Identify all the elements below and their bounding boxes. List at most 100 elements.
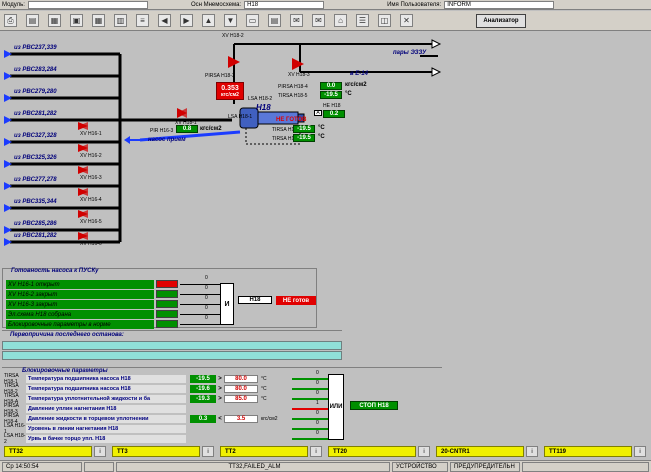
status-tab[interactable]: ТТ3 bbox=[112, 446, 200, 457]
source-arrow-icon bbox=[4, 160, 12, 168]
ready-condition: XV Н16-2 закрыт bbox=[6, 290, 154, 299]
block-sign: < bbox=[218, 415, 222, 422]
block-desc: Температура уплотнительной жидкости и ба bbox=[26, 394, 186, 403]
status-info-button[interactable]: i bbox=[310, 446, 322, 457]
module-field[interactable] bbox=[27, 0, 148, 9]
status-level: ПРЕДУПРЕДИТЕЛЬН bbox=[450, 462, 520, 472]
source-arrow-icon bbox=[4, 226, 12, 234]
ready-indicator bbox=[156, 280, 178, 288]
arrow-up-icon[interactable]: ▲ bbox=[202, 14, 215, 27]
block-out: 0 bbox=[316, 420, 319, 426]
status-tab[interactable]: ТТ119 bbox=[544, 446, 632, 457]
status-info-button[interactable]: i bbox=[634, 446, 646, 457]
bearing2-unit: °С bbox=[318, 134, 325, 140]
block-value[interactable]: 0.3 bbox=[190, 414, 216, 423]
source-label: из РВС335,344 bbox=[14, 199, 57, 205]
level-tag-1: LSA Н18-1 bbox=[228, 114, 253, 120]
ready-indicator bbox=[156, 320, 178, 328]
report-icon[interactable]: ▤ bbox=[268, 14, 281, 27]
main-valve-icon[interactable] bbox=[177, 108, 187, 118]
or-gate: ИЛИ bbox=[328, 374, 344, 440]
block-value[interactable]: -19.5 bbox=[190, 374, 216, 383]
source-label: из РВС277,278 bbox=[14, 177, 57, 183]
valve-icon[interactable] bbox=[78, 122, 88, 130]
ezu-arrow-icon bbox=[431, 39, 442, 49]
block-setpoint[interactable]: 80.0 bbox=[224, 374, 258, 383]
mail-icon[interactable]: ✉ bbox=[312, 14, 325, 27]
user-field[interactable]: INFORM bbox=[444, 0, 555, 9]
ready-status[interactable]: НЕ готов bbox=[276, 296, 316, 305]
suction-unit: кгс/см2 bbox=[200, 126, 222, 132]
arrow-right-icon[interactable]: ▶ bbox=[180, 14, 193, 27]
block-setpoint[interactable]: 3.5 bbox=[224, 414, 258, 423]
block-out: 0 bbox=[316, 370, 319, 376]
bearing1-value[interactable]: -19.5 bbox=[293, 125, 315, 133]
window-icon[interactable]: ▭ bbox=[246, 14, 259, 27]
source-arrow-icon bbox=[4, 116, 12, 124]
suction-tag: PIR Н16-3 bbox=[150, 128, 174, 134]
home-icon[interactable]: ⌂ bbox=[334, 14, 347, 27]
status-cell-6 bbox=[522, 462, 649, 472]
status-tab[interactable]: ТТ20 bbox=[328, 446, 416, 457]
suction-value[interactable]: 0.8 bbox=[176, 125, 198, 133]
status-tab[interactable]: 20-CNTR1 bbox=[436, 446, 524, 457]
status-info-button[interactable]: i bbox=[418, 446, 430, 457]
status-info-button[interactable]: i bbox=[202, 446, 214, 457]
status-cell-2 bbox=[84, 462, 114, 472]
block-row: TIRSA Н18-А Температура уплотнительной жи… bbox=[4, 393, 288, 405]
close-icon[interactable]: ✕ bbox=[400, 14, 413, 27]
status-tab[interactable]: ТТ2 bbox=[220, 446, 308, 457]
tree-icon[interactable]: ☰ bbox=[356, 14, 369, 27]
list-icon[interactable]: ≡ bbox=[136, 14, 149, 27]
valve-label: XV Н16-6 bbox=[80, 241, 102, 247]
valve-label: XV Н16-3 bbox=[80, 175, 102, 181]
user-value: INFORM bbox=[447, 1, 471, 8]
valve-icon[interactable] bbox=[78, 166, 88, 174]
email-icon[interactable]: ✉ bbox=[290, 14, 303, 27]
status-info-button[interactable]: i bbox=[526, 446, 538, 457]
pump-pressure-display[interactable]: 0.353 кгс/см2 bbox=[216, 82, 244, 100]
printer-icon[interactable]: ⎙ bbox=[4, 14, 17, 27]
block-row: PIRSA Н18-4 Давление жидкости в торцевом … bbox=[4, 413, 288, 425]
source-arrow-icon bbox=[4, 138, 12, 146]
block-setpoint[interactable]: 85.0 bbox=[224, 394, 258, 403]
block-setpoint[interactable]: 80.0 bbox=[224, 384, 258, 393]
valve-icon[interactable] bbox=[78, 232, 88, 240]
save-icon[interactable]: ▣ bbox=[70, 14, 83, 27]
status-alarm[interactable]: ТТ32,FAILED_ALM bbox=[116, 462, 390, 472]
mnemo-label: Осн Мнемосхема: bbox=[190, 1, 242, 8]
arrow-left-icon[interactable]: ◀ bbox=[158, 14, 171, 27]
block-unit: °С bbox=[261, 375, 267, 382]
valve-icon[interactable] bbox=[78, 210, 88, 218]
ready-indicator bbox=[156, 290, 178, 298]
table-icon[interactable]: ▦ bbox=[48, 14, 61, 27]
valve-icon[interactable] bbox=[78, 188, 88, 196]
block-value[interactable]: -19.6 bbox=[190, 384, 216, 393]
grid-icon[interactable]: ▦ bbox=[92, 14, 105, 27]
bearing2-value[interactable]: -19.5 bbox=[293, 134, 315, 142]
analyzer-button[interactable]: Анализатор bbox=[476, 14, 526, 28]
block-row: TIRSA Н18-1 Температура подшипника насоса… bbox=[4, 373, 288, 385]
mnemo-field[interactable]: Н18 bbox=[244, 0, 325, 9]
arrow-down-icon[interactable]: ▼ bbox=[224, 14, 237, 27]
temp-value[interactable]: -19.5 bbox=[320, 91, 342, 99]
discharge-value[interactable]: 0.0 bbox=[320, 82, 342, 90]
ready-link bbox=[180, 314, 220, 315]
block-unit: кгс/см2 bbox=[261, 415, 278, 422]
pump-not-ready: НЕ ГОТОВ bbox=[276, 117, 307, 123]
status-tab[interactable]: ТТ32 bbox=[4, 446, 92, 457]
folder-icon[interactable]: ▤ bbox=[26, 14, 39, 27]
block-value[interactable]: -19.3 bbox=[190, 394, 216, 403]
stop-status[interactable]: СТОП Н18 bbox=[350, 401, 398, 410]
block-sign: > bbox=[218, 375, 222, 382]
diagram-icon[interactable]: ◫ bbox=[378, 14, 391, 27]
block-desc: Температура подшипника насоса Н18 bbox=[26, 384, 186, 393]
current-value[interactable]: 0.2 bbox=[323, 110, 345, 118]
status-info-button[interactable]: i bbox=[94, 446, 106, 457]
block-desc: Давление уплин нагнетания Н18 bbox=[26, 404, 186, 413]
ready-indicator bbox=[156, 300, 178, 308]
block-row: PIRSA Н18-3 Давление уплин нагнетания Н18 bbox=[4, 403, 186, 415]
ready-condition: XV Н16-3 закрыт bbox=[6, 300, 154, 309]
chart-icon[interactable]: ▥ bbox=[114, 14, 127, 27]
valve-icon[interactable] bbox=[78, 144, 88, 152]
